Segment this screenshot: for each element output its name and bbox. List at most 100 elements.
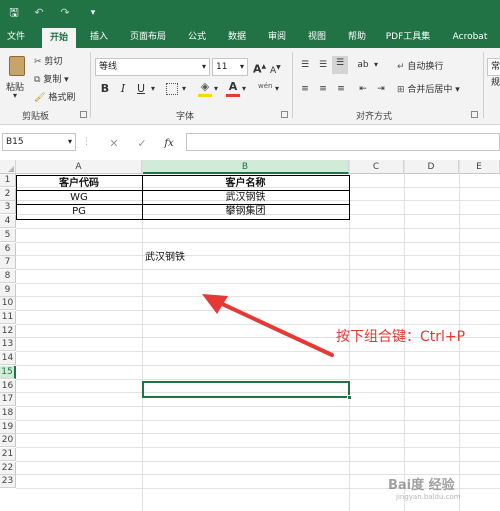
tab-review[interactable]: 审阅 <box>262 26 292 48</box>
row-header-6[interactable]: 6 <box>0 242 16 256</box>
merge-center-button[interactable]: ⊞ 合并后居中 ▾ <box>397 82 460 95</box>
cell-b3[interactable]: 攀钢集团 <box>142 205 349 218</box>
tab-data[interactable]: 数据 <box>222 26 252 48</box>
wrap-text-button[interactable]: ↵ 自动换行 <box>397 59 443 72</box>
cell-a3[interactable]: PG <box>16 205 142 218</box>
cell-b1[interactable]: 客户名称 <box>142 177 349 190</box>
row-header-23[interactable]: 23 <box>0 475 16 489</box>
cell-a2[interactable]: WG <box>16 191 142 204</box>
active-cell-b15[interactable] <box>142 381 352 400</box>
row-header-12[interactable]: 12 <box>0 324 16 338</box>
enter-icon[interactable]: ✓ <box>136 137 148 151</box>
row-header-7[interactable]: 7 <box>0 256 16 270</box>
borders-icon[interactable] <box>166 83 178 95</box>
cell-b6[interactable]: 武汉钢铁 <box>145 251 265 264</box>
row-header-8[interactable]: 8 <box>0 269 16 283</box>
row-header-9[interactable]: 9 <box>0 283 16 297</box>
align-right-icon[interactable]: ≡ <box>334 82 348 96</box>
row-header-22[interactable]: 22 <box>0 461 16 475</box>
row-header-3[interactable]: 3 <box>0 201 16 215</box>
decrease-indent-icon[interactable]: ⇤ <box>356 82 370 96</box>
row-header-11[interactable]: 11 <box>0 311 16 324</box>
font-color-dropdown-icon[interactable]: ▾ <box>242 82 246 96</box>
table-border-top <box>16 175 350 176</box>
undo-icon[interactable]: ↶ <box>32 5 46 21</box>
align-center-icon[interactable]: ≡ <box>316 82 330 96</box>
orientation-icon[interactable]: ab <box>356 58 370 72</box>
grow-font-icon[interactable]: A▲ <box>253 60 266 77</box>
increase-indent-icon[interactable]: ⇥ <box>374 82 388 96</box>
formula-input[interactable] <box>186 133 500 151</box>
clipboard-launcher-icon[interactable] <box>80 111 87 118</box>
font-launcher-icon[interactable] <box>281 111 288 118</box>
row-header-2[interactable]: 2 <box>0 187 16 201</box>
bold-button[interactable]: B <box>99 82 111 96</box>
tab-formulas[interactable]: 公式 <box>182 26 212 48</box>
underline-dropdown-icon[interactable]: ▾ <box>151 82 155 96</box>
tab-acrobat[interactable]: Acrobat <box>446 26 494 48</box>
tab-home[interactable]: 开始 <box>42 28 76 48</box>
fill-color-dropdown-icon[interactable]: ▾ <box>214 82 218 96</box>
table-border-right <box>349 175 350 220</box>
fill-handle[interactable] <box>347 395 352 400</box>
row-header-10[interactable]: 10 <box>0 297 16 311</box>
tab-view[interactable]: 视图 <box>302 26 332 48</box>
insert-function-icon[interactable]: fx <box>162 137 176 151</box>
redo-icon[interactable]: ↷ <box>58 5 72 21</box>
copy-button[interactable]: ⧉ 复制 ▾ <box>34 72 69 85</box>
format-painter-button[interactable]: 🖌 格式刷 <box>34 90 75 103</box>
shrink-font-icon[interactable]: A▼ <box>270 61 281 78</box>
row-header-1[interactable]: 1 <box>0 174 16 187</box>
row-header-13[interactable]: 13 <box>0 338 16 352</box>
column-header-e[interactable]: E <box>459 160 500 174</box>
align-bottom-icon[interactable]: ☰ <box>332 56 348 74</box>
row-header-16[interactable]: 16 <box>0 379 16 393</box>
wrap-text-label: 自动换行 <box>407 62 444 72</box>
tab-insert[interactable]: 插入 <box>84 26 114 48</box>
row-header-4[interactable]: 4 <box>0 215 16 229</box>
gridline <box>16 405 500 407</box>
underline-button[interactable]: U <box>135 82 147 96</box>
borders-dropdown-icon[interactable]: ▾ <box>182 82 186 96</box>
row-header-19[interactable]: 19 <box>0 420 16 434</box>
tab-help[interactable]: 帮助 <box>342 26 372 48</box>
row-header-20[interactable]: 20 <box>0 434 16 448</box>
font-size-select[interactable]: 11 ▾ <box>212 58 248 76</box>
orientation-dropdown-icon[interactable]: ▾ <box>374 58 378 72</box>
font-name-select[interactable]: 等线 ▾ <box>95 58 210 76</box>
tab-page-layout[interactable]: 页面布局 <box>124 26 172 48</box>
row-header-15[interactable]: 15 <box>0 365 16 379</box>
save-icon[interactable]: 🖫 <box>6 5 22 21</box>
table-border <box>16 204 350 205</box>
cut-button[interactable]: ✂ 剪切 <box>34 54 62 67</box>
column-header-b[interactable]: B <box>142 160 349 174</box>
font-color-icon[interactable]: A <box>226 80 240 97</box>
tab-file[interactable]: 文件 <box>2 26 30 48</box>
align-middle-icon[interactable]: ☰ <box>316 58 330 72</box>
cell-a1[interactable]: 客户代码 <box>16 177 142 190</box>
cell-b2[interactable]: 武汉钢铁 <box>142 191 349 204</box>
paste-button[interactable]: 粘贴 ▾ <box>3 54 31 100</box>
gridline <box>16 419 500 421</box>
phonetic-icon[interactable]: wén <box>258 79 272 93</box>
italic-button[interactable]: I <box>117 82 129 96</box>
cancel-icon[interactable]: ✕ <box>108 137 120 151</box>
select-all-corner[interactable] <box>0 160 16 174</box>
row-header-17[interactable]: 17 <box>0 393 16 407</box>
align-left-icon[interactable]: ≡ <box>298 82 312 96</box>
row-header-18[interactable]: 18 <box>0 406 16 420</box>
row-header-5[interactable]: 5 <box>0 228 16 242</box>
customize-quick-access-icon[interactable]: ▾ <box>88 5 98 21</box>
align-top-icon[interactable]: ☰ <box>298 58 312 72</box>
row-header-21[interactable]: 21 <box>0 448 16 461</box>
column-header-d[interactable]: D <box>404 160 459 174</box>
name-box[interactable]: B15 ▾ <box>2 133 76 151</box>
alignment-launcher-icon[interactable] <box>471 111 478 118</box>
row-header-14[interactable]: 14 <box>0 352 16 366</box>
column-header-a[interactable]: A <box>16 160 142 174</box>
column-header-c[interactable]: C <box>349 160 404 174</box>
number-format-select[interactable]: 常规 <box>487 58 500 88</box>
tab-pdf-tools[interactable]: PDF工具集 <box>382 26 434 48</box>
phonetic-dropdown-icon[interactable]: ▾ <box>275 82 279 96</box>
fill-color-icon[interactable]: ◈ <box>198 80 212 97</box>
